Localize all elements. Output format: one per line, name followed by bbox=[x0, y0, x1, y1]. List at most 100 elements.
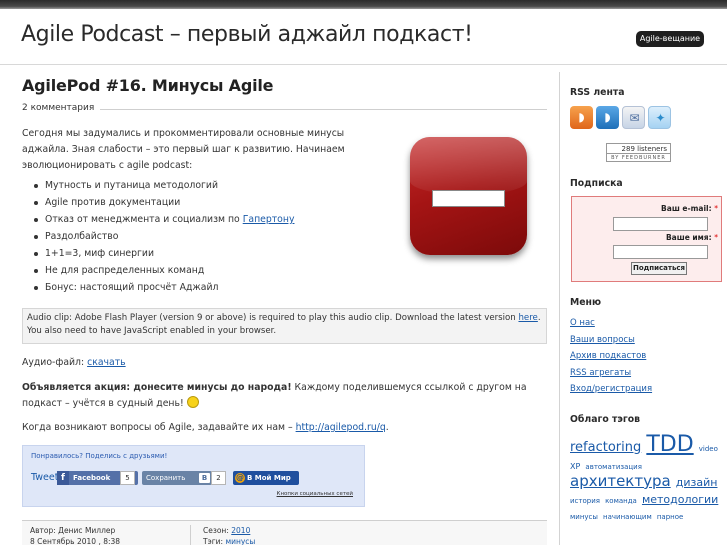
sidebar-item-label: Архив подкастов bbox=[570, 351, 647, 361]
name-field[interactable] bbox=[613, 245, 708, 259]
sidebar-menu: О нас Ваши вопросы Архив подкастов RSS а… bbox=[570, 315, 652, 398]
tag-cloud-item[interactable]: refactoring bbox=[570, 440, 641, 455]
tag-cloud-item[interactable]: TDD bbox=[646, 432, 693, 457]
minus-list: Мутность и путаница методологий Agile пр… bbox=[34, 177, 294, 296]
tags-line: Тэги: минусы bbox=[203, 536, 255, 545]
questions-end: . bbox=[385, 422, 389, 433]
post-title[interactable]: AgilePod #16. Минусы Agile bbox=[22, 76, 274, 95]
top-bar bbox=[0, 0, 727, 9]
post-intro: Сегодня мы задумались и прокомментировал… bbox=[22, 128, 345, 171]
tag-cloud-item[interactable]: автоматизация bbox=[585, 463, 642, 471]
comments-row: 2 комментария bbox=[22, 101, 547, 115]
post-meta: Автор: Денис Миллер 8 Сентябрь 2010 , 8:… bbox=[22, 520, 547, 545]
flash-download-link[interactable]: here bbox=[518, 313, 537, 323]
sidebar-item-questions[interactable]: Ваши вопросы bbox=[570, 332, 652, 349]
rss-comments-icon[interactable]: ◗ bbox=[596, 106, 619, 129]
facebook-icon: f bbox=[57, 471, 69, 485]
list-item-text: Agile против документации bbox=[45, 197, 181, 208]
audio-notice-text: Audio clip: Adobe Flash Player (version … bbox=[27, 313, 519, 323]
feedburner-counter[interactable]: 289 listeners BY FEEDBURNER bbox=[606, 143, 671, 162]
meta-divider bbox=[190, 525, 191, 545]
tag-cloud-item[interactable]: начинающим bbox=[603, 513, 652, 521]
vk-share-button[interactable]: Сохранить B bbox=[142, 471, 212, 485]
tag-cloud-item[interactable]: дизайн bbox=[676, 476, 718, 489]
post-date: 8 Сентябрь 2010 , 8:38 bbox=[30, 537, 121, 545]
sidebar-item-label: RSS агрегаты bbox=[570, 367, 632, 378]
moimir-label: В Мой Мир bbox=[247, 474, 291, 482]
mail-subscribe-icon[interactable]: ✉ bbox=[622, 106, 645, 129]
gaperton-link[interactable]: Гапертону bbox=[243, 214, 295, 225]
audio-file-label: Аудио-файл: bbox=[22, 357, 88, 368]
tag-cloud-item[interactable]: архитектура bbox=[570, 472, 671, 490]
email-field[interactable] bbox=[613, 217, 708, 231]
tag-link[interactable]: минусы bbox=[225, 537, 255, 545]
subscribe-button[interactable]: Подписаться bbox=[631, 262, 687, 275]
list-item-text: Бонус: настоящий просчёт Аджайл bbox=[45, 282, 219, 293]
list-item: Отказ от менеджмента и социализм по Гапе… bbox=[34, 211, 294, 228]
header-divider bbox=[0, 64, 727, 65]
sidebar-item-archive[interactable]: Архив подкастов bbox=[570, 348, 652, 365]
tag-cloud-item[interactable]: парное bbox=[657, 513, 683, 521]
tag-cloud-item[interactable]: методологии bbox=[642, 493, 718, 506]
feedburner-label: BY FEEDBURNER bbox=[611, 155, 666, 161]
name-label-text: Ваше имя: bbox=[665, 233, 712, 242]
list-item: Не для распределенных команд bbox=[34, 262, 294, 279]
season-label: Сезон: bbox=[203, 526, 232, 535]
list-item: Бонус: настоящий просчёт Аджайл bbox=[34, 279, 294, 296]
vk-icon: B bbox=[199, 473, 210, 483]
tweet-button[interactable]: Tweet bbox=[31, 472, 58, 483]
share-box: Понравилось? Поделись с друзьями! Tweet … bbox=[22, 445, 365, 507]
facebook-label: Facebook bbox=[73, 474, 111, 482]
meta-author-block: Автор: Денис Миллер 8 Сентябрь 2010 , 8:… bbox=[30, 525, 120, 545]
tag-cloud-item[interactable]: video bbox=[699, 445, 718, 453]
site-title[interactable]: Agile Podcast – первый аджайл подкаст! bbox=[21, 22, 473, 47]
list-item: Agile против документации bbox=[34, 194, 294, 211]
vk-label: Сохранить bbox=[146, 474, 186, 482]
promo-bold: Объявляется акция: донесите минусы до на… bbox=[22, 382, 292, 393]
subscribe-form: Ваш e-mail: * Ваше имя: * Подписаться bbox=[571, 196, 722, 282]
site-tagline-badge: Agile-вещание bbox=[636, 31, 704, 47]
download-link[interactable]: скачать bbox=[87, 357, 126, 368]
rss-feed-icon[interactable]: ◗ bbox=[570, 106, 593, 129]
list-item-text: 1+1=3, миф синергии bbox=[45, 248, 155, 259]
audio-player-notice: Audio clip: Adobe Flash Player (version … bbox=[22, 308, 547, 344]
minus-icon-bar bbox=[432, 190, 505, 207]
share-credit-link[interactable]: Кнопки социальных сетей bbox=[277, 491, 353, 497]
questions-link[interactable]: http://agilepod.ru/q bbox=[296, 422, 386, 433]
sidebar-item-rss-aggregators[interactable]: RSS агрегаты bbox=[570, 365, 652, 382]
required-mark: * bbox=[714, 204, 718, 213]
minus-icon-gloss bbox=[410, 137, 527, 195]
tag-cloud-item[interactable]: XP bbox=[570, 462, 580, 471]
audio-file-line: Аудио-файл: скачать bbox=[22, 355, 126, 371]
sidebar-item-label: Вход/регистрация bbox=[570, 384, 653, 394]
twitter-icon[interactable]: ✦ bbox=[648, 106, 671, 129]
list-item-text: Не для распределенных команд bbox=[45, 265, 205, 276]
questions-paragraph: Когда возникают вопросы об Agile, задава… bbox=[22, 420, 389, 436]
comments-link[interactable]: 2 комментария bbox=[22, 103, 94, 113]
minus-icon bbox=[410, 137, 527, 255]
rss-icons: ◗ ◗ ✉ ✦ bbox=[570, 106, 671, 129]
facebook-count: 5 bbox=[120, 471, 135, 485]
season-line: Сезон: 2010 bbox=[203, 525, 255, 536]
tag-cloud-item[interactable]: история bbox=[570, 497, 600, 505]
moimir-share-button[interactable]: @ В Мой Мир bbox=[233, 471, 299, 485]
sidebar-item-label: О нас bbox=[570, 318, 595, 328]
tag-cloud-heading: Облаго тэгов bbox=[570, 414, 640, 425]
list-item-text: Отказ от менеджмента и социализм по bbox=[45, 214, 243, 225]
post-author: Автор: Денис Миллер bbox=[30, 526, 116, 535]
list-item-text: Раздолбайство bbox=[45, 231, 119, 242]
email-label: Ваш e-mail: * bbox=[612, 204, 718, 213]
required-mark: * bbox=[714, 233, 718, 242]
name-label: Ваше имя: * bbox=[612, 233, 718, 242]
list-item: 1+1=3, миф синергии bbox=[34, 245, 294, 262]
subscribe-heading: Подписка bbox=[570, 178, 623, 189]
smiley-icon bbox=[186, 396, 199, 408]
tag-cloud-item[interactable]: минусы bbox=[570, 513, 598, 521]
questions-text: Когда возникают вопросы об Agile, задава… bbox=[22, 422, 296, 433]
meta-taxonomy-block: Сезон: 2010 Тэги: минусы bbox=[203, 525, 255, 545]
tag-cloud: refactoring TDD video XP автоматизация а… bbox=[570, 433, 720, 523]
sidebar-item-about[interactable]: О нас bbox=[570, 315, 652, 332]
tag-cloud-item[interactable]: команда bbox=[605, 497, 637, 505]
sidebar-item-login[interactable]: Вход/регистрация bbox=[570, 381, 652, 398]
season-link[interactable]: 2010 bbox=[231, 526, 250, 535]
